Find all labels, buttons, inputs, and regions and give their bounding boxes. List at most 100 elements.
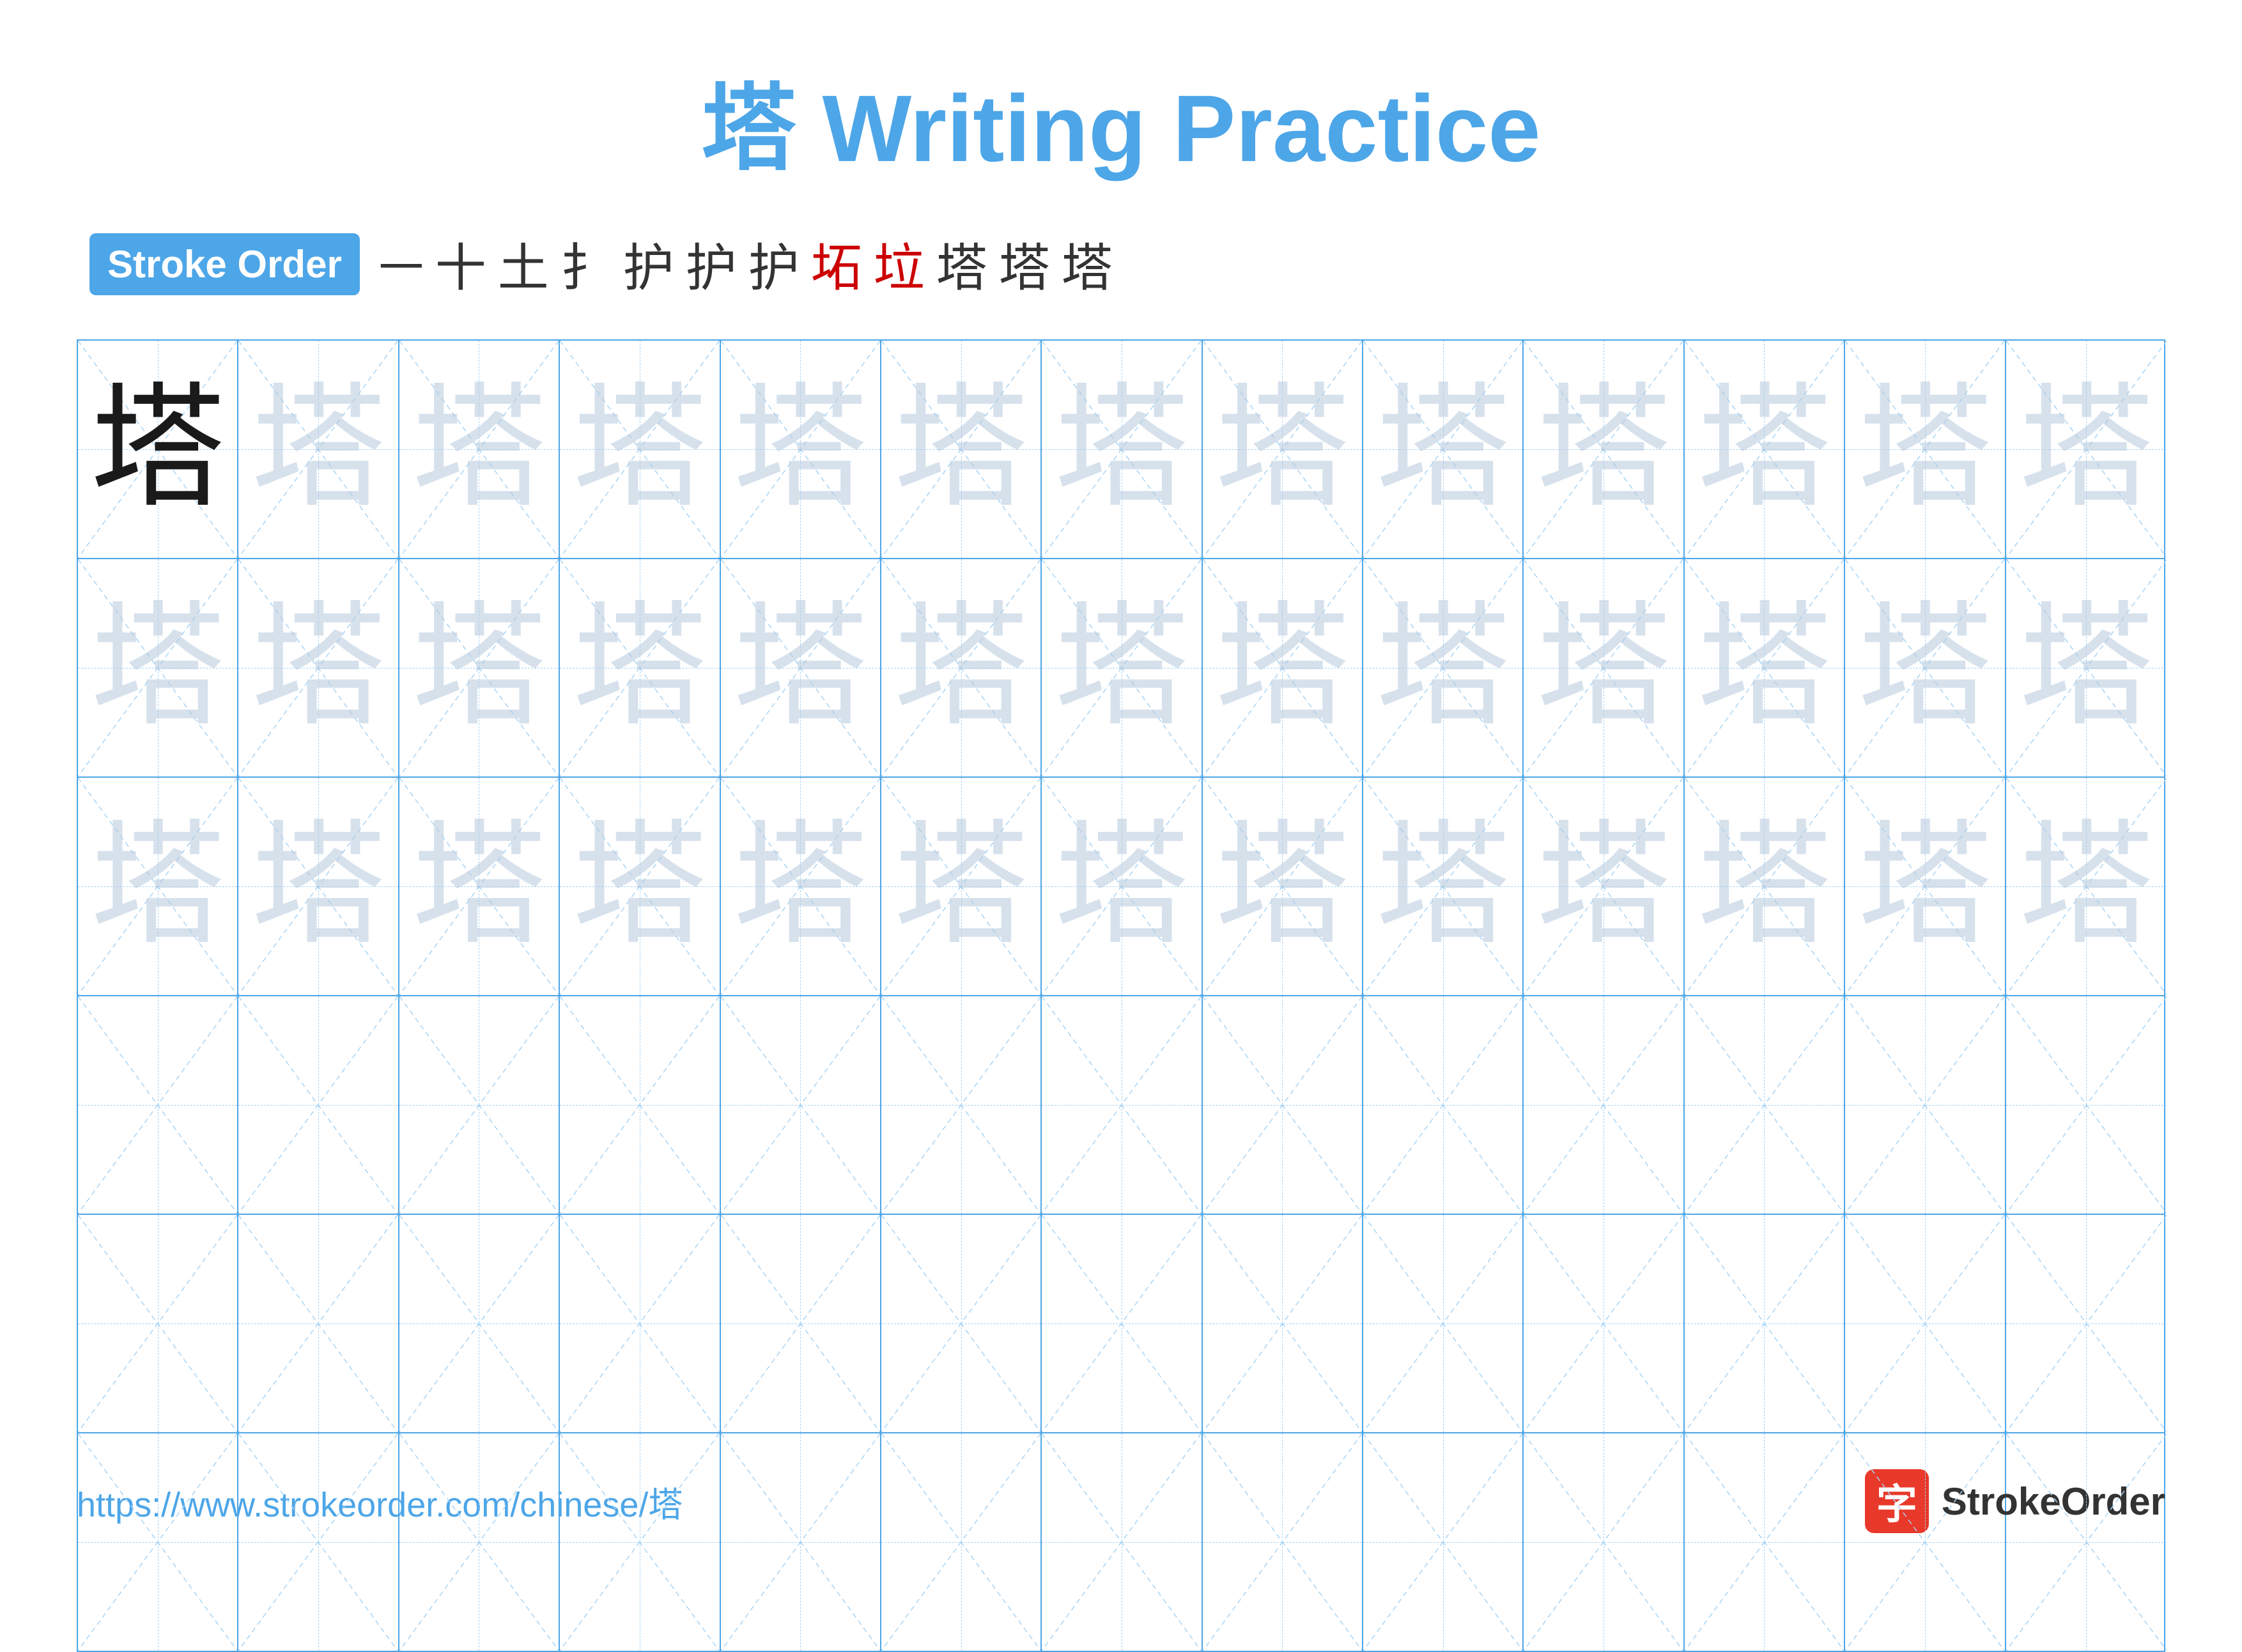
grid-cell-5-10[interactable] bbox=[1524, 1215, 1684, 1432]
cell-char-2-5: 塔 bbox=[733, 601, 867, 735]
grid-cell-1-6[interactable]: 塔 bbox=[881, 341, 1042, 558]
grid-cell-4-10[interactable] bbox=[1524, 996, 1684, 1214]
cell-char-3-12: 塔 bbox=[1858, 819, 1992, 953]
grid-cell-4-8[interactable] bbox=[1203, 996, 1363, 1214]
grid-cell-3-9[interactable]: 塔 bbox=[1363, 778, 1524, 995]
cell-char-1-7: 塔 bbox=[1055, 382, 1189, 516]
grid-cell-1-12[interactable]: 塔 bbox=[1845, 341, 2006, 558]
grid-cell-1-9[interactable]: 塔 bbox=[1363, 341, 1524, 558]
stroke-order-row: Stroke Order 一 十 土 扌 护 护 护 坧 垃 塔 塔 塔 bbox=[77, 227, 2165, 301]
grid-cell-6-4[interactable] bbox=[560, 1433, 720, 1651]
grid-cell-4-13[interactable] bbox=[2006, 996, 2167, 1214]
grid-cell-2-12[interactable]: 塔 bbox=[1845, 559, 2006, 776]
grid-cell-4-2[interactable] bbox=[238, 996, 399, 1214]
grid-cell-1-4[interactable]: 塔 bbox=[560, 341, 720, 558]
stroke-step-1: 十 bbox=[435, 227, 486, 301]
grid-cell-5-11[interactable] bbox=[1685, 1215, 1845, 1432]
grid-cell-3-3[interactable]: 塔 bbox=[399, 778, 560, 995]
grid-cell-2-4[interactable]: 塔 bbox=[560, 559, 720, 776]
grid-cell-2-8[interactable]: 塔 bbox=[1203, 559, 1363, 776]
page: 塔 Writing Practice Stroke Order 一 十 土 扌 … bbox=[0, 0, 2242, 1584]
grid-cell-4-12[interactable] bbox=[1845, 996, 2006, 1214]
cell-char-2-7: 塔 bbox=[1055, 601, 1189, 735]
page-title: 塔 Writing Practice bbox=[701, 51, 1540, 189]
grid-cell-1-10[interactable]: 塔 bbox=[1524, 341, 1684, 558]
grid-cell-6-6[interactable] bbox=[881, 1433, 1042, 1651]
grid-cell-4-3[interactable] bbox=[399, 996, 560, 1214]
grid-cell-6-3[interactable] bbox=[399, 1433, 560, 1651]
grid-cell-1-7[interactable]: 塔 bbox=[1042, 341, 1202, 558]
grid-cell-1-3[interactable]: 塔 bbox=[399, 341, 560, 558]
grid-cell-2-11[interactable]: 塔 bbox=[1685, 559, 1845, 776]
grid-cell-6-2[interactable] bbox=[238, 1433, 399, 1651]
grid-cell-3-8[interactable]: 塔 bbox=[1203, 778, 1363, 995]
grid-cell-2-3[interactable]: 塔 bbox=[399, 559, 560, 776]
grid-cell-6-5[interactable] bbox=[721, 1433, 881, 1651]
grid-cell-3-10[interactable]: 塔 bbox=[1524, 778, 1684, 995]
grid-cell-5-8[interactable] bbox=[1203, 1215, 1363, 1432]
cell-char-3-6: 塔 bbox=[894, 819, 1028, 953]
cell-char-3-11: 塔 bbox=[1697, 819, 1831, 953]
stroke-step-11: 塔 bbox=[1062, 227, 1113, 301]
grid-cell-1-2[interactable]: 塔 bbox=[238, 341, 399, 558]
grid-cell-2-7[interactable]: 塔 bbox=[1042, 559, 1202, 776]
stroke-step-7: 坧 bbox=[811, 227, 862, 301]
grid-cell-3-7[interactable]: 塔 bbox=[1042, 778, 1202, 995]
grid-cell-3-11[interactable]: 塔 bbox=[1685, 778, 1845, 995]
grid-cell-5-1[interactable] bbox=[78, 1215, 238, 1432]
grid-cell-5-13[interactable] bbox=[2006, 1215, 2167, 1432]
grid-cell-3-4[interactable]: 塔 bbox=[560, 778, 720, 995]
grid-cell-3-12[interactable]: 塔 bbox=[1845, 778, 2006, 995]
cell-char-1-8: 塔 bbox=[1215, 382, 1349, 516]
grid-cell-5-5[interactable] bbox=[721, 1215, 881, 1432]
grid-cell-5-9[interactable] bbox=[1363, 1215, 1524, 1432]
grid-cell-6-1[interactable] bbox=[78, 1433, 238, 1651]
grid-cell-5-3[interactable] bbox=[399, 1215, 560, 1432]
grid-cell-1-13[interactable]: 塔 bbox=[2006, 341, 2167, 558]
grid-cell-4-1[interactable] bbox=[78, 996, 238, 1214]
grid-cell-3-5[interactable]: 塔 bbox=[721, 778, 881, 995]
grid-cell-6-7[interactable] bbox=[1042, 1433, 1202, 1651]
grid-cell-6-9[interactable] bbox=[1363, 1433, 1524, 1651]
grid-cell-1-8[interactable]: 塔 bbox=[1203, 341, 1363, 558]
cell-char-1-13: 塔 bbox=[2019, 382, 2153, 516]
footer-url: https://www.strokeorder.com/chinese/塔 bbox=[77, 1476, 683, 1527]
grid-cell-5-12[interactable] bbox=[1845, 1215, 2006, 1432]
grid-cell-2-10[interactable]: 塔 bbox=[1524, 559, 1684, 776]
grid-cell-1-1[interactable]: 塔 bbox=[78, 341, 238, 558]
grid-cell-5-7[interactable] bbox=[1042, 1215, 1202, 1432]
cell-char-3-13: 塔 bbox=[2019, 819, 2153, 953]
grid-cell-2-13[interactable]: 塔 bbox=[2006, 559, 2167, 776]
grid-cell-2-5[interactable]: 塔 bbox=[721, 559, 881, 776]
grid-cell-5-4[interactable] bbox=[560, 1215, 720, 1432]
grid-cell-6-11[interactable] bbox=[1685, 1433, 1845, 1651]
grid-cell-2-1[interactable]: 塔 bbox=[78, 559, 238, 776]
grid-cell-1-5[interactable]: 塔 bbox=[721, 341, 881, 558]
cell-char-1-10: 塔 bbox=[1536, 382, 1671, 516]
grid-cell-4-7[interactable] bbox=[1042, 996, 1202, 1214]
grid-cell-4-4[interactable] bbox=[560, 996, 720, 1214]
grid-cell-2-2[interactable]: 塔 bbox=[238, 559, 399, 776]
grid-cell-6-10[interactable] bbox=[1524, 1433, 1684, 1651]
grid-cell-6-8[interactable] bbox=[1203, 1433, 1363, 1651]
grid-cell-3-2[interactable]: 塔 bbox=[238, 778, 399, 995]
grid-cell-4-11[interactable] bbox=[1685, 996, 1845, 1214]
grid-cell-4-6[interactable] bbox=[881, 996, 1042, 1214]
grid-cell-2-6[interactable]: 塔 bbox=[881, 559, 1042, 776]
stroke-step-10: 塔 bbox=[999, 227, 1050, 301]
grid-cell-3-13[interactable]: 塔 bbox=[2006, 778, 2167, 995]
grid-cell-3-1[interactable]: 塔 bbox=[78, 778, 238, 995]
cell-char-2-6: 塔 bbox=[894, 601, 1028, 735]
cell-char-3-10: 塔 bbox=[1536, 819, 1671, 953]
grid-cell-4-5[interactable] bbox=[721, 996, 881, 1214]
grid-cell-4-9[interactable] bbox=[1363, 996, 1524, 1214]
grid-cell-5-2[interactable] bbox=[238, 1215, 399, 1432]
grid-cell-1-11[interactable]: 塔 bbox=[1685, 341, 1845, 558]
grid-cell-3-6[interactable]: 塔 bbox=[881, 778, 1042, 995]
grid-cell-6-13[interactable] bbox=[2006, 1433, 2167, 1651]
grid-cell-2-9[interactable]: 塔 bbox=[1363, 559, 1524, 776]
cell-char-2-8: 塔 bbox=[1215, 601, 1349, 735]
grid-cell-5-6[interactable] bbox=[881, 1215, 1042, 1432]
grid-cell-6-12[interactable] bbox=[1845, 1433, 2006, 1651]
cell-char-3-3: 塔 bbox=[412, 819, 546, 953]
